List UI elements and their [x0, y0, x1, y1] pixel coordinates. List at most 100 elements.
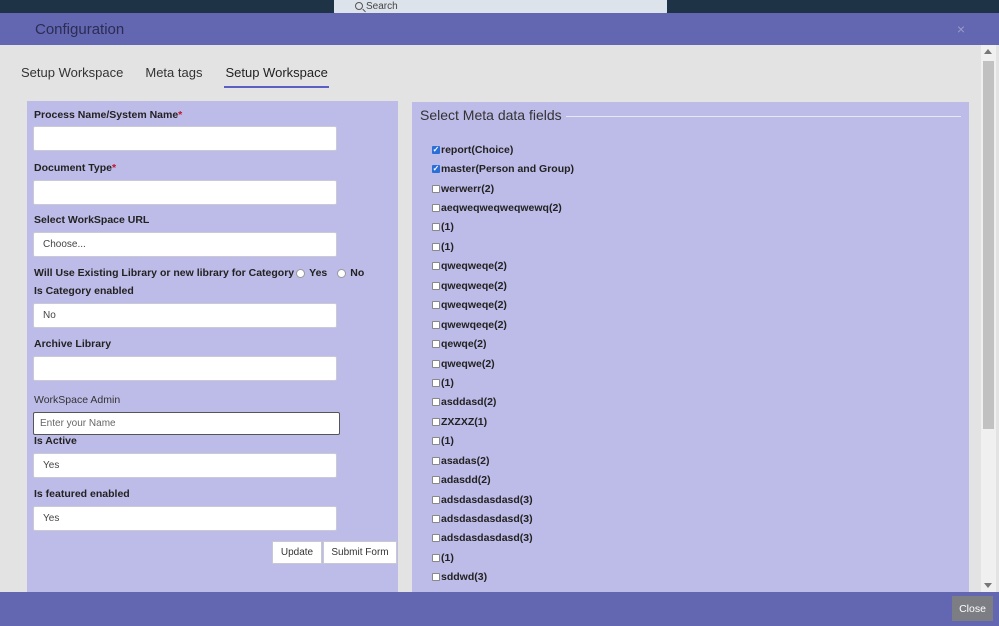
meta-field-item[interactable]: master(Person and Group) [432, 159, 574, 178]
meta-field-label: ZXZXZ(1) [441, 415, 488, 428]
meta-field-item[interactable]: (1) [432, 218, 574, 237]
tab-meta-tags[interactable]: Meta tags [145, 65, 202, 88]
tab-setup-workspace[interactable]: Setup Workspace [21, 65, 123, 88]
meta-field-checkbox[interactable] [432, 242, 440, 251]
archive-library-input[interactable] [33, 356, 337, 381]
radio-no-label: No [350, 267, 365, 279]
meta-field-label: sddwd(3) [441, 571, 488, 584]
meta-field-label: (1) [441, 240, 454, 253]
meta-field-checkbox[interactable] [432, 476, 440, 485]
radio-no[interactable] [337, 268, 347, 278]
featured-select[interactable]: Yes [33, 506, 337, 531]
meta-field-label: (1) [441, 221, 454, 234]
meta-field-item[interactable]: (1) [432, 432, 574, 451]
workspace-url-select[interactable]: Choose... [33, 232, 337, 257]
meta-fields-list: report(Choice) master(Person and Group) we… [432, 140, 574, 587]
submit-form-button[interactable]: Submit Form [323, 541, 397, 564]
meta-field-checkbox[interactable] [432, 340, 440, 349]
meta-field-label: asadas(2) [441, 454, 490, 467]
meta-field-item[interactable]: asddasd(2) [432, 393, 574, 412]
meta-field-item[interactable]: adsdasdasdasd(3) [432, 529, 574, 548]
modal-body: Setup Workspace Meta tags Setup Workspac… [0, 45, 999, 592]
tab-bar: Setup Workspace Meta tags Setup Workspac… [21, 65, 351, 88]
meta-field-checkbox[interactable] [432, 320, 440, 329]
meta-field-checkbox[interactable] [432, 437, 440, 446]
meta-field-checkbox[interactable] [432, 553, 440, 562]
radio-yes-label: Yes [309, 267, 328, 279]
meta-field-item[interactable]: adsdasdasdasd(3) [432, 490, 574, 509]
meta-field-label: adsdasdasdasd(3) [441, 532, 533, 545]
meta-field-item[interactable]: adasdd(2) [432, 470, 574, 489]
document-type-input[interactable] [33, 180, 337, 205]
scrollbar[interactable] [981, 45, 996, 592]
meta-field-checkbox[interactable] [432, 145, 440, 154]
tab-setup-workspace-active[interactable]: Setup Workspace [224, 65, 329, 88]
meta-field-item[interactable]: asadas(2) [432, 451, 574, 470]
meta-field-item[interactable]: werwerr(2) [432, 179, 574, 198]
meta-field-item[interactable]: qewqe(2) [432, 334, 574, 353]
meta-field-item[interactable]: (1) [432, 373, 574, 392]
meta-field-checkbox[interactable] [432, 262, 440, 271]
meta-field-checkbox[interactable] [432, 398, 440, 407]
meta-field-item[interactable]: aeqweqweqweqwewq(2) [432, 198, 574, 217]
is-active-label: Is Active [34, 435, 77, 447]
meta-field-item[interactable]: qwewqeqe(2) [432, 315, 574, 334]
meta-field-item[interactable]: qweqweqe(2) [432, 257, 574, 276]
scroll-up-arrow-icon[interactable] [984, 49, 992, 54]
meta-field-checkbox[interactable] [432, 417, 440, 426]
meta-field-item[interactable]: adsdasdasdasd(3) [432, 509, 574, 528]
meta-field-label: (1) [441, 376, 454, 389]
meta-field-checkbox[interactable] [432, 534, 440, 543]
meta-field-label: report(Choice) [441, 143, 514, 156]
featured-label: Is featured enabled [34, 488, 130, 500]
existing-library-label: Will Use Existing Library or new library… [34, 267, 295, 279]
archive-library-label: Archive Library [34, 338, 112, 350]
required-mark: * [111, 162, 117, 174]
category-enabled-select[interactable]: No [33, 303, 337, 328]
meta-field-checkbox[interactable] [432, 184, 440, 193]
configuration-modal: Configuration × Setup Workspace Meta tag… [0, 13, 999, 626]
meta-field-item[interactable]: (1) [432, 237, 574, 256]
close-icon[interactable]: × [957, 21, 965, 37]
meta-field-checkbox[interactable] [432, 359, 440, 368]
meta-field-label: qweqweqe(2) [441, 299, 507, 312]
document-type-label: Document Type* [34, 162, 117, 174]
meta-fields-panel: Select Meta data fields report(Choice) ma… [412, 102, 969, 592]
meta-field-label: master(Person and Group) [441, 163, 575, 176]
modal-title: Configuration [35, 21, 125, 38]
meta-field-checkbox[interactable] [432, 573, 440, 582]
meta-field-checkbox[interactable] [432, 495, 440, 504]
meta-field-item[interactable]: report(Choice) [432, 140, 574, 159]
required-mark: * [178, 109, 183, 121]
meta-field-item[interactable]: ZXZXZ(1) [432, 412, 574, 431]
meta-field-item[interactable]: qweqwe(2) [432, 354, 574, 373]
radio-yes[interactable] [296, 268, 306, 278]
is-active-select[interactable]: Yes [33, 453, 337, 478]
meta-field-checkbox[interactable] [432, 204, 440, 213]
workspace-admin-input[interactable]: Enter your Name [33, 412, 340, 435]
meta-field-label: (1) [441, 435, 454, 448]
workspace-url-label: Select WorkSpace URL [34, 214, 150, 226]
close-button[interactable]: Close [952, 596, 993, 621]
scroll-thumb[interactable] [983, 61, 994, 429]
meta-field-item[interactable]: qweqweqe(2) [432, 276, 574, 295]
existing-library-row: Will Use Existing Library or new library… [34, 267, 372, 279]
update-button[interactable]: Update [272, 541, 322, 564]
meta-field-label: (1) [441, 551, 454, 564]
meta-field-checkbox[interactable] [432, 281, 440, 290]
meta-field-item[interactable]: (1) [432, 548, 574, 567]
meta-field-checkbox[interactable] [432, 223, 440, 232]
meta-field-checkbox[interactable] [432, 378, 440, 387]
meta-field-item[interactable]: sddwd(3) [432, 568, 574, 587]
meta-field-label: adsdasdasdasd(3) [441, 513, 533, 526]
meta-fields-title: Select Meta data fields [420, 107, 562, 123]
meta-field-checkbox[interactable] [432, 456, 440, 465]
meta-field-checkbox[interactable] [432, 515, 440, 524]
process-name-input[interactable] [33, 126, 337, 151]
meta-field-checkbox[interactable] [432, 301, 440, 310]
workspace-admin-label: WorkSpace Admin [34, 394, 121, 406]
scroll-down-arrow-icon[interactable] [984, 583, 992, 588]
meta-field-checkbox[interactable] [432, 165, 440, 174]
meta-field-item[interactable]: qweqweqe(2) [432, 296, 574, 315]
meta-field-label: qweqweqe(2) [441, 260, 507, 273]
